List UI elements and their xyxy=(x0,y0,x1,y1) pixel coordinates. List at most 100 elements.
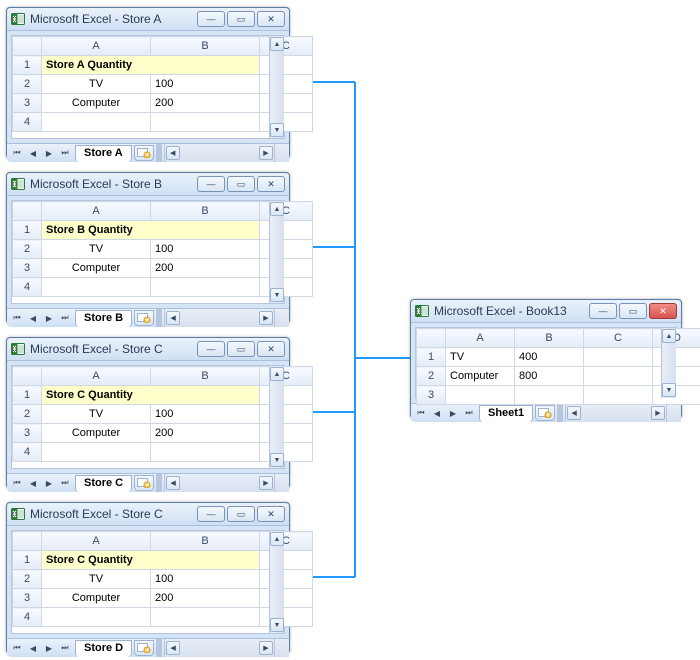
cell[interactable]: 400 xyxy=(515,348,584,367)
col-header[interactable]: D xyxy=(653,329,700,348)
scroll-left-button[interactable]: ◀ xyxy=(166,641,180,655)
scroll-down-button[interactable]: ▼ xyxy=(270,123,284,137)
sheet-tab[interactable]: Sheet1 xyxy=(479,405,533,422)
tab-splitter[interactable] xyxy=(156,309,162,327)
row-header[interactable]: 1 xyxy=(13,56,42,75)
titlebar[interactable]: Microsoft Excel - Store B—▭✕ xyxy=(7,173,289,196)
new-sheet-button[interactable] xyxy=(134,145,154,161)
cell[interactable]: Computer xyxy=(42,94,151,113)
scroll-left-button[interactable]: ◀ xyxy=(166,311,180,325)
scroll-left-button[interactable]: ◀ xyxy=(567,406,581,420)
scroll-right-button[interactable]: ▶ xyxy=(259,641,273,655)
cell[interactable] xyxy=(260,551,313,570)
cell[interactable] xyxy=(42,113,151,132)
scroll-up-button[interactable]: ▲ xyxy=(662,329,676,343)
cell[interactable] xyxy=(151,443,260,462)
col-header[interactable]: C xyxy=(260,367,313,386)
cell[interactable] xyxy=(260,259,313,278)
minimize-button[interactable]: — xyxy=(197,506,225,522)
scroll-up-button[interactable]: ▲ xyxy=(270,532,284,546)
sheet-tab[interactable]: Store A xyxy=(75,145,132,162)
col-header[interactable]: A xyxy=(42,532,151,551)
vertical-scrollbar[interactable]: ▲▼ xyxy=(269,531,284,633)
nav-next-button[interactable]: ▶ xyxy=(445,405,461,421)
cell[interactable] xyxy=(260,56,313,75)
cell[interactable]: 200 xyxy=(151,589,260,608)
nav-first-button[interactable]: ⏮ xyxy=(9,145,25,161)
select-all-corner[interactable] xyxy=(13,367,42,386)
cell[interactable]: TV xyxy=(42,75,151,94)
cell[interactable]: Computer xyxy=(446,367,515,386)
scroll-up-button[interactable]: ▲ xyxy=(270,37,284,51)
scroll-down-button[interactable]: ▼ xyxy=(270,288,284,302)
col-header[interactable]: B xyxy=(151,367,260,386)
col-header[interactable]: A xyxy=(42,37,151,56)
nav-prev-button[interactable]: ◀ xyxy=(429,405,445,421)
cell[interactable] xyxy=(260,608,313,627)
row-header[interactable]: 4 xyxy=(13,443,42,462)
cell[interactable]: TV xyxy=(42,405,151,424)
titlebar[interactable]: Microsoft Excel - Book13—▭✕ xyxy=(411,300,681,323)
nav-next-button[interactable]: ▶ xyxy=(41,475,57,491)
cell[interactable]: TV xyxy=(42,240,151,259)
cell[interactable] xyxy=(260,589,313,608)
cell[interactable] xyxy=(260,94,313,113)
titlebar[interactable]: Microsoft Excel - Store C—▭✕ xyxy=(7,338,289,361)
horizontal-scrollbar[interactable]: ◀▶ xyxy=(164,474,274,492)
cell[interactable] xyxy=(260,278,313,297)
maximize-button[interactable]: ▭ xyxy=(227,341,255,357)
row-header[interactable]: 4 xyxy=(13,278,42,297)
cell[interactable] xyxy=(584,386,653,405)
resize-grip[interactable] xyxy=(274,144,289,162)
close-button[interactable]: ✕ xyxy=(257,506,285,522)
col-header[interactable]: C xyxy=(584,329,653,348)
nav-first-button[interactable]: ⏮ xyxy=(9,475,25,491)
worksheet[interactable]: ABC1Store B Quantity2TV1003Computer2004▲… xyxy=(11,200,285,304)
cell[interactable]: 200 xyxy=(151,94,260,113)
cell[interactable] xyxy=(151,608,260,627)
sheet-tab[interactable]: Store B xyxy=(75,310,132,327)
row-header[interactable]: 1 xyxy=(13,386,42,405)
horizontal-scrollbar[interactable]: ◀▶ xyxy=(164,639,274,657)
nav-prev-button[interactable]: ◀ xyxy=(25,475,41,491)
scroll-track[interactable] xyxy=(270,547,284,617)
close-button[interactable]: ✕ xyxy=(257,341,285,357)
worksheet[interactable]: ABC1Store A Quantity2TV1003Computer2004▲… xyxy=(11,35,285,139)
cell[interactable] xyxy=(260,443,313,462)
cell[interactable] xyxy=(584,367,653,386)
col-header[interactable]: C xyxy=(260,202,313,221)
scroll-track[interactable] xyxy=(181,477,258,489)
col-header[interactable]: C xyxy=(260,37,313,56)
cell[interactable]: 100 xyxy=(151,570,260,589)
cell[interactable] xyxy=(260,75,313,94)
scroll-track[interactable] xyxy=(582,407,650,419)
close-button[interactable]: ✕ xyxy=(257,176,285,192)
cell[interactable] xyxy=(42,608,151,627)
nav-prev-button[interactable]: ◀ xyxy=(25,310,41,326)
cell[interactable]: 100 xyxy=(151,240,260,259)
cell[interactable]: 200 xyxy=(151,424,260,443)
col-header[interactable]: B xyxy=(151,202,260,221)
cell[interactable] xyxy=(151,278,260,297)
nav-first-button[interactable]: ⏮ xyxy=(413,405,429,421)
row-header[interactable]: 2 xyxy=(13,570,42,589)
cell[interactable] xyxy=(515,386,584,405)
nav-next-button[interactable]: ▶ xyxy=(41,145,57,161)
col-header[interactable]: A xyxy=(446,329,515,348)
new-sheet-button[interactable] xyxy=(134,640,154,656)
scroll-down-button[interactable]: ▼ xyxy=(270,618,284,632)
maximize-button[interactable]: ▭ xyxy=(227,176,255,192)
cell[interactable]: TV xyxy=(446,348,515,367)
cell[interactable] xyxy=(260,570,313,589)
cell[interactable] xyxy=(260,386,313,405)
col-header[interactable]: A xyxy=(42,202,151,221)
row-header[interactable]: 2 xyxy=(13,75,42,94)
nav-prev-button[interactable]: ◀ xyxy=(25,640,41,656)
section-header[interactable]: Store A Quantity xyxy=(42,56,260,75)
tab-splitter[interactable] xyxy=(557,404,563,422)
horizontal-scrollbar[interactable]: ◀▶ xyxy=(164,144,274,162)
select-all-corner[interactable] xyxy=(13,202,42,221)
minimize-button[interactable]: — xyxy=(197,341,225,357)
minimize-button[interactable]: — xyxy=(589,303,617,319)
scroll-left-button[interactable]: ◀ xyxy=(166,476,180,490)
